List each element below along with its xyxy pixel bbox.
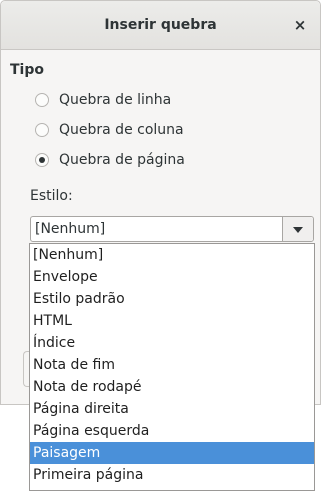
- radio-column-break-label: Quebra de coluna: [59, 122, 184, 138]
- radio-line-break[interactable]: Quebra de linha: [35, 90, 171, 110]
- radio-button-icon[interactable]: [35, 93, 49, 107]
- radio-page-break-label: Quebra de página: [59, 152, 185, 168]
- radio-column-break[interactable]: Quebra de coluna: [35, 120, 184, 140]
- list-item[interactable]: Envelope: [30, 266, 314, 288]
- list-item[interactable]: Página esquerda: [30, 420, 314, 442]
- radio-button-checked-icon[interactable]: [35, 153, 49, 167]
- style-dropdown-list[interactable]: [Nenhum] Envelope Estilo padrão HTML Índ…: [29, 243, 315, 491]
- list-item[interactable]: Nota de rodapé: [30, 376, 314, 398]
- radio-button-icon[interactable]: [35, 123, 49, 137]
- list-item[interactable]: Página direita: [30, 398, 314, 420]
- tipo-section-label: Tipo: [10, 62, 44, 78]
- style-combobox-value: [Nenhum]: [35, 221, 106, 237]
- radio-page-break[interactable]: Quebra de página: [35, 150, 185, 170]
- list-item[interactable]: Índice: [30, 332, 314, 354]
- dialog-title: Inserir quebra: [104, 17, 217, 33]
- title-bar: Inserir quebra ×: [1, 1, 320, 50]
- chevron-down-icon: [293, 227, 303, 233]
- list-item[interactable]: [Nenhum]: [30, 244, 314, 266]
- list-item[interactable]: Nota de fim: [30, 354, 314, 376]
- close-icon[interactable]: ×: [290, 15, 310, 35]
- style-label: Estilo:: [30, 188, 73, 204]
- list-item[interactable]: HTML: [30, 310, 314, 332]
- list-item[interactable]: Primeira página: [30, 464, 314, 486]
- combobox-dropdown-button[interactable]: [282, 217, 313, 241]
- radio-line-break-label: Quebra de linha: [59, 92, 172, 108]
- list-item[interactable]: Estilo padrão: [30, 288, 314, 310]
- style-combobox[interactable]: [Nenhum]: [30, 216, 314, 242]
- list-item-highlighted[interactable]: Paisagem: [30, 442, 314, 464]
